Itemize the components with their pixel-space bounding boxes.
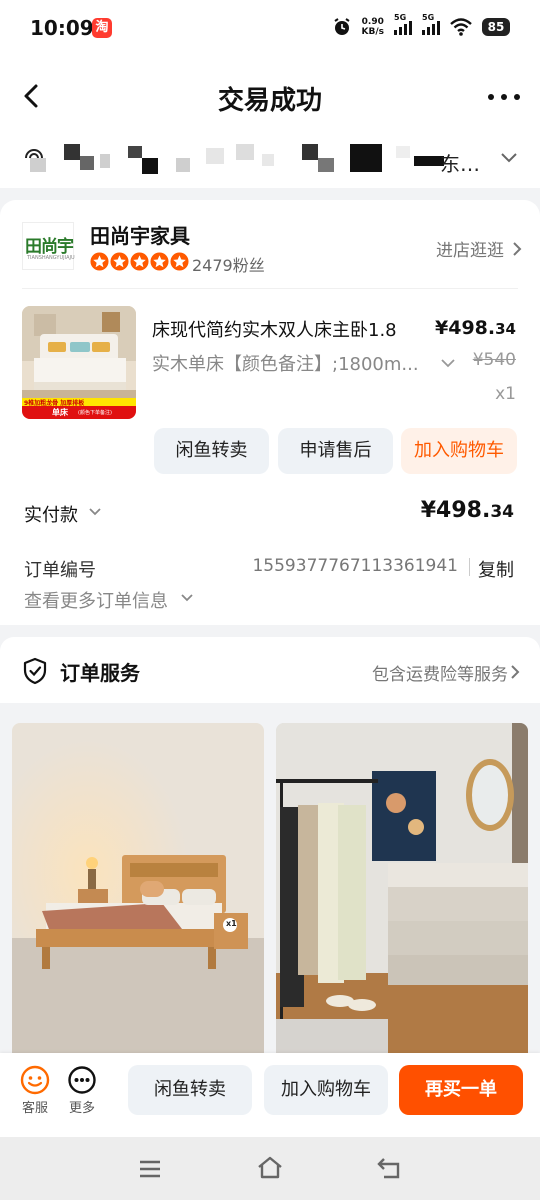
menu-icon[interactable]: [138, 1159, 162, 1179]
chevron-down-icon[interactable]: [88, 507, 102, 517]
divider: [22, 288, 518, 289]
star-icon: [170, 252, 189, 271]
store-rating: [90, 252, 189, 271]
more-options-icon[interactable]: [488, 94, 520, 100]
recommendation-grid: x1: [0, 703, 540, 1053]
order-number: 1559377767113361941: [252, 556, 458, 576]
add-to-cart-button[interactable]: 加入购物车: [401, 428, 517, 474]
order-card: 田尚宇 TIANSHANGYUJIAJU 田尚宇家具 2479粉丝 进店逛逛 9…: [0, 200, 540, 625]
original-price: ¥540: [472, 350, 516, 370]
more-label[interactable]: 更多: [62, 1097, 102, 1116]
page-header: 交易成功: [0, 58, 540, 136]
star-icon: [90, 252, 109, 271]
signal-1-icon: 5G: [394, 13, 412, 35]
system-nav-bar: [0, 1137, 540, 1200]
chevron-down-icon[interactable]: [180, 593, 194, 603]
more-order-info-link[interactable]: 查看更多订单信息: [24, 587, 168, 613]
customer-service-icon[interactable]: [20, 1065, 50, 1095]
visit-store-link[interactable]: 进店逛逛: [436, 236, 504, 261]
add-to-cart-button[interactable]: 加入购物车: [264, 1065, 388, 1115]
chevron-down-icon: [441, 359, 455, 368]
store-logo[interactable]: 田尚宇 TIANSHANGYUJIAJU: [22, 222, 75, 270]
resell-button[interactable]: 闲鱼转卖: [154, 428, 269, 474]
product-title[interactable]: 床现代简约实木双人床主卧1.8: [152, 316, 397, 342]
net-speed: 0.90 KB/s: [361, 17, 384, 37]
chevron-down-icon: [501, 153, 517, 163]
chevron-right-icon: [511, 665, 520, 679]
back-nav-icon[interactable]: [376, 1155, 404, 1181]
order-service-row[interactable]: 订单服务 包含运费险等服务: [0, 637, 540, 703]
order-number-label: 订单编号: [24, 560, 96, 581]
store-name[interactable]: 田尚宇家具: [90, 220, 190, 249]
wifi-icon: [450, 18, 472, 36]
status-indicators: 0.90 KB/s 5G 5G 85: [332, 13, 510, 37]
star-icon: [110, 252, 129, 271]
shipping-address-row[interactable]: 东…: [0, 136, 540, 188]
status-time: 10:09: [30, 16, 94, 40]
dresser-photo: [276, 723, 528, 1053]
service-title: 订单服务: [60, 661, 140, 685]
recommended-item-dresser[interactable]: [276, 723, 528, 1053]
buy-again-button[interactable]: 再买一单: [399, 1065, 523, 1115]
star-icon: [150, 252, 169, 271]
paid-label[interactable]: 实付款: [24, 501, 78, 527]
bed-photo: [12, 723, 264, 1053]
product-thumbnail[interactable]: 9椎加粗龙骨 加厚排板 单床 (颜色下单备注): [22, 306, 136, 419]
signal-2-icon: 5G: [422, 13, 440, 35]
more-icon[interactable]: [67, 1065, 97, 1095]
divider: [469, 558, 470, 576]
star-icon: [130, 252, 149, 271]
taobao-app-icon: 淘: [92, 18, 112, 38]
alarm-icon: [333, 18, 350, 35]
service-details-link[interactable]: 包含运费险等服务: [372, 660, 508, 685]
copy-order-button[interactable]: 复制: [478, 556, 514, 582]
product-quantity: x1: [495, 384, 516, 404]
home-icon[interactable]: [256, 1155, 284, 1181]
paid-amount: ¥498.34: [420, 498, 514, 523]
customer-service-label[interactable]: 客服: [15, 1097, 55, 1116]
battery-indicator: 85: [482, 18, 510, 36]
product-spec[interactable]: 实木单床【颜色备注】;1800m...: [152, 350, 432, 376]
status-bar: 10:09 淘 0.90 KB/s 5G 5G 85: [0, 0, 540, 58]
product-price: ¥498.34: [435, 317, 516, 339]
shield-check-icon: [23, 657, 47, 685]
resell-button[interactable]: 闲鱼转卖: [128, 1065, 252, 1115]
chevron-right-icon: [513, 242, 522, 256]
store-fans-count: 2479粉丝: [192, 256, 265, 275]
recommended-item-bed[interactable]: x1: [12, 723, 264, 1053]
page-title: 交易成功: [217, 86, 322, 116]
address-text: 东…: [440, 152, 480, 176]
bottom-action-bar: 客服 更多 闲鱼转卖 加入购物车 再买一单: [0, 1053, 540, 1137]
after-sale-button[interactable]: 申请售后: [278, 428, 393, 474]
